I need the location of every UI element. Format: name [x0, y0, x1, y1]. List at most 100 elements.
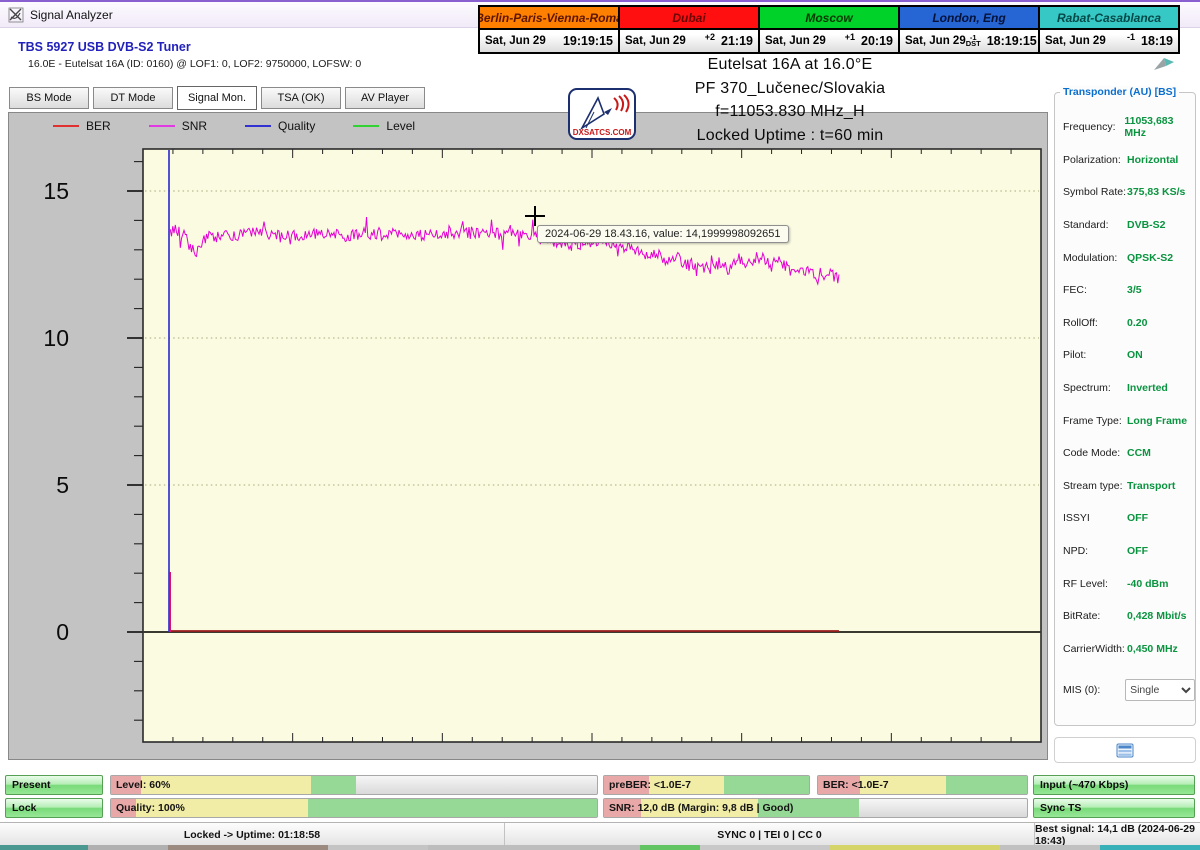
signal-analyzer-window: Signal Analyzer Berlin-Paris-Vienna-Roma… [0, 0, 1200, 850]
statusbar-uptime: Locked -> Uptime: 01:18:58 [0, 823, 505, 846]
clock-utc-offset: +1 [844, 32, 856, 42]
clock-time-row: Sat, Jun 29 -1 DST 18:19:15 [900, 30, 1038, 52]
tab-av-player[interactable]: AV Player [345, 87, 425, 109]
legend-swatch [148, 125, 175, 127]
clock-time: 20:19 [861, 34, 893, 48]
clock-time: 18:19 [1141, 34, 1173, 48]
transponder-field-value: 11053,683 MHz [1124, 115, 1174, 140]
clock-time-row: Sat, Jun 29 -1 18:19 [1040, 30, 1178, 52]
sliver-block [1100, 845, 1200, 850]
statusbar-best-signal: Best signal: 14,1 dB (2024-06-29 18:43) [1035, 822, 1195, 847]
transponder-field-value: 375,83 KS/s [1127, 186, 1186, 199]
transponder-field-label: Modulation: [1063, 251, 1118, 264]
clock-time: 18:19:15 [986, 34, 1037, 48]
bar-label: Level: 60% [116, 779, 171, 791]
clock-city-label: Dubai [620, 7, 758, 30]
sliver-block [428, 845, 640, 850]
transponder-field-label: ISSYI [1063, 512, 1090, 525]
clock-time: 19:19:15 [562, 34, 613, 48]
transponder-field-label: Symbol Rate: [1063, 186, 1127, 199]
status-bar-preber: preBER: <1.0E-7 [603, 775, 810, 795]
status-bar-level: Level: 60% [110, 775, 598, 795]
svg-text:0: 0 [56, 619, 69, 645]
bar-segment [311, 776, 356, 794]
bar-label: BER: <1.0E-7 [823, 779, 889, 791]
clock-city-label: Rabat-Casablanca [1040, 7, 1178, 30]
legend-swatch [353, 125, 380, 127]
transponder-field-value: QPSK-S2 [1127, 251, 1174, 264]
svg-text:15: 15 [43, 178, 69, 204]
clock-city-label: Moscow [760, 7, 898, 30]
transponder-field-label: Frequency: [1063, 121, 1116, 134]
clock-dst-offset: -1 DST [965, 32, 981, 48]
transponder-row: Standard: DVB-S2 [1063, 209, 1195, 242]
transponder-field-value: ON [1127, 349, 1143, 362]
clock-date: Sat, Jun 29 [625, 35, 686, 47]
mis-row: MIS (0): Single [1055, 679, 1195, 702]
mis-select[interactable]: Single [1125, 679, 1195, 702]
transponder-field-label: RF Level: [1063, 577, 1108, 590]
clock-dubai: Dubai Sat, Jun 29 +2 21:19 [618, 5, 760, 54]
transponder-field-value: Inverted [1127, 382, 1168, 395]
transponder-field-label: CarrierWidth: [1063, 642, 1125, 655]
tab-bs-mode[interactable]: BS Mode [9, 87, 89, 109]
bar-segment [946, 776, 1027, 794]
background-window-sliver [0, 845, 1200, 850]
tab-tsa-ok-[interactable]: TSA (OK) [261, 87, 341, 109]
clock-city-label: Berlin-Paris-Vienna-Roma [480, 7, 618, 30]
desktop-artifact-icon [1154, 58, 1174, 70]
legend-swatch [245, 125, 272, 127]
transponder-field-value: DVB-S2 [1127, 219, 1166, 232]
bar-label: preBER: <1.0E-7 [609, 779, 691, 791]
mis-label: MIS (0): [1063, 684, 1101, 697]
status-bar-ber: BER: <1.0E-7 [817, 775, 1028, 795]
transponder-panel: Transponder (AU) [BS] Frequency: 11053,68… [1054, 86, 1196, 726]
transponder-row: FEC: 3/5 [1063, 274, 1195, 307]
sliver-block [168, 845, 328, 850]
transponder-field-label: Frame Type: [1063, 414, 1122, 427]
bar-label: SNR: 12,0 dB (Margin: 9,8 dB | Good) [609, 802, 794, 814]
disk-list-icon [1116, 743, 1134, 757]
transponder-field-label: BitRate: [1063, 610, 1101, 623]
transponder-row: BitRate: 0,428 Mbit/s [1063, 600, 1195, 633]
status-bar-snr: SNR: 12,0 dB (Margin: 9,8 dB | Good) [603, 798, 1028, 818]
status-bar: Locked -> Uptime: 01:18:58 SYNC 0 | TEI … [0, 822, 1200, 847]
transponder-field-label: Polarization: [1063, 153, 1121, 166]
tab-dt-mode[interactable]: DT Mode [93, 87, 173, 109]
transponder-field-value: OFF [1127, 545, 1148, 558]
clock-time: 21:19 [721, 34, 753, 48]
transponder-field-value: 0,450 MHz [1127, 642, 1178, 655]
transponder-row: CarrierWidth: 0,450 MHz [1063, 633, 1195, 666]
sliver-block [88, 845, 168, 850]
satellite-overlay-text: Eutelsat 16A at 16.0°E PF 370_Lučenec/Sl… [615, 53, 965, 147]
transponder-field-label: Pilot: [1063, 349, 1087, 362]
sliver-block [830, 845, 1000, 850]
save-log-button[interactable] [1054, 737, 1196, 763]
status-button-input: Input (~470 Kbps) [1033, 775, 1195, 795]
transponder-field-label: RollOff: [1063, 316, 1098, 329]
clock-date: Sat, Jun 29 [765, 35, 826, 47]
status-bar-quality: Quality: 100% [110, 798, 598, 818]
window-title: Signal Analyzer [30, 7, 113, 22]
clock-rabat-casablanca: Rabat-Casablanca Sat, Jun 29 -1 18:19 [1038, 5, 1180, 54]
status-button-present: Present [5, 775, 103, 795]
overlay-frequency: f=11053.830 MHz_H [715, 103, 865, 120]
statusbar-sync: SYNC 0 | TEI 0 | CC 0 [505, 823, 1035, 846]
transponder-rows: Frequency: 11053,683 MHz Polarization: Hori… [1055, 93, 1195, 665]
legend-label: BER [86, 119, 111, 133]
world-clocks: Berlin-Paris-Vienna-Roma Sat, Jun 29 19:19… [478, 5, 1180, 54]
legend-item-snr: SNR [148, 119, 207, 133]
tuner-name: TBS 5927 USB DVB-S2 Tuner [18, 40, 191, 54]
sliver-block [640, 845, 700, 850]
tab-signal-mon-[interactable]: Signal Mon. [177, 86, 257, 110]
bar-segment [308, 799, 597, 817]
overlay-satellite: Eutelsat 16A at 16.0°E [707, 56, 873, 73]
chart-tooltip: 2024-06-29 18.43.16, value: 14,199999809… [537, 225, 789, 243]
sliver-block [328, 845, 428, 850]
legend-label: Quality [278, 119, 316, 133]
satellite-dish-icon [8, 7, 24, 22]
transponder-row: Symbol Rate: 375,83 KS/s [1063, 176, 1195, 209]
logo-text: DXSATCS.COM [573, 128, 632, 137]
svg-text:10: 10 [43, 325, 69, 351]
legend-item-level: Level [353, 119, 415, 133]
